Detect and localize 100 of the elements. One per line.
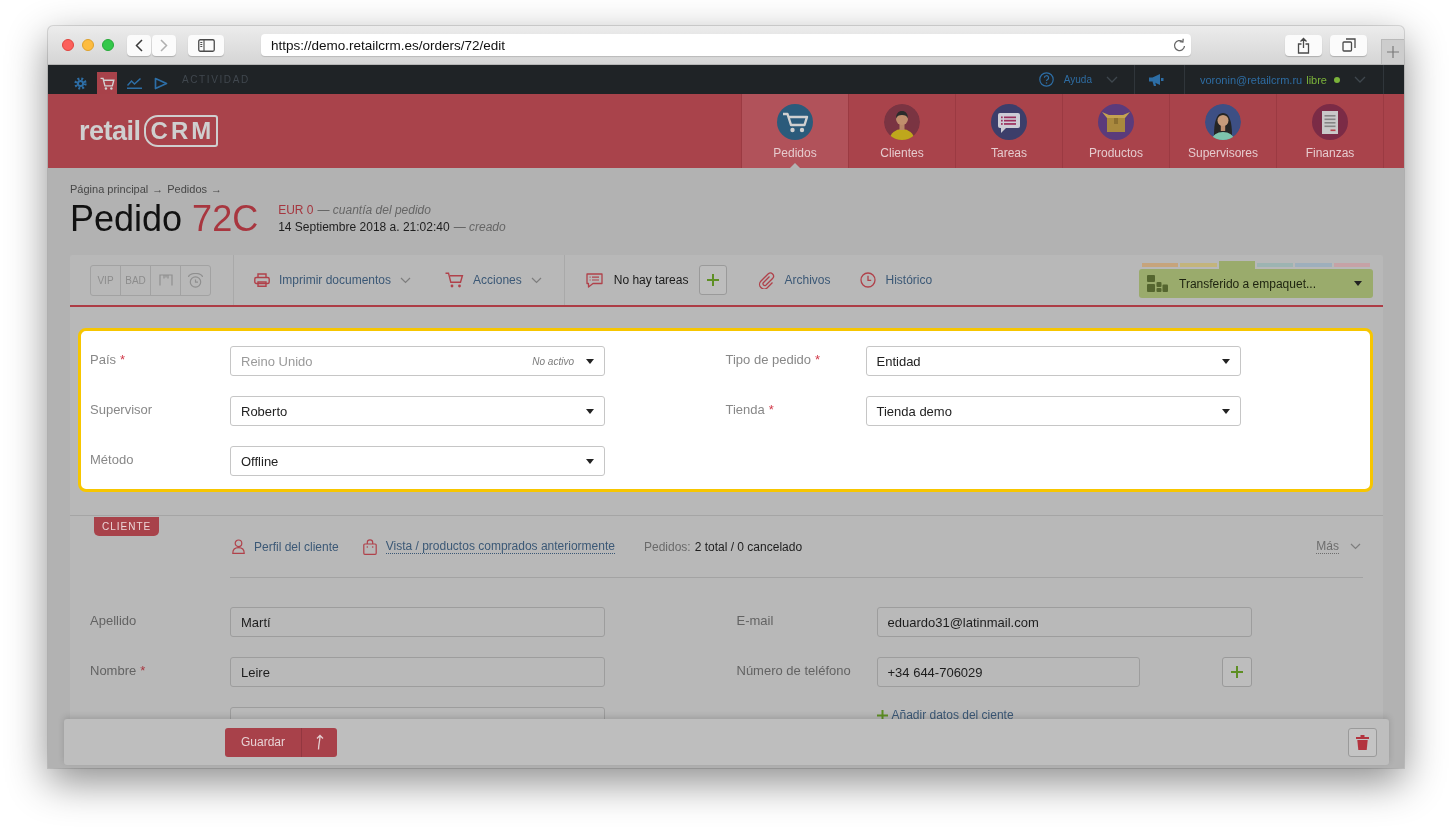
cart-icon bbox=[445, 272, 465, 288]
breadcrumb-link[interactable]: Pedidos bbox=[167, 182, 208, 196]
caret-icon bbox=[586, 408, 594, 414]
nav-tab[interactable]: Clientes bbox=[848, 94, 955, 168]
field-label: País bbox=[90, 352, 116, 367]
logo[interactable]: retail CRM bbox=[79, 94, 219, 168]
chevron-down-icon[interactable] bbox=[1105, 76, 1118, 83]
tabs-icon bbox=[1341, 38, 1356, 52]
breadcrumb-separator: → bbox=[211, 182, 223, 196]
person-icon bbox=[1205, 104, 1241, 140]
status-select[interactable]: Transferido a empaquet... bbox=[1139, 269, 1373, 298]
nav-tab[interactable]: Tareas bbox=[955, 94, 1062, 168]
document-icon bbox=[1312, 104, 1348, 140]
plus-icon bbox=[707, 274, 720, 286]
paperclip-icon bbox=[757, 271, 776, 289]
chevron-down-icon bbox=[530, 276, 542, 284]
section-tag: CLIENTE bbox=[94, 517, 160, 536]
caret-icon bbox=[586, 358, 594, 364]
files-link[interactable]: Archivos bbox=[784, 273, 831, 287]
clock-icon bbox=[860, 272, 877, 288]
required-mark: * bbox=[815, 352, 821, 367]
shopping-bag-icon bbox=[362, 538, 377, 555]
help-link[interactable]: Ayuda bbox=[1063, 74, 1092, 85]
back-button[interactable] bbox=[127, 34, 151, 56]
breadcrumb-separator: → bbox=[152, 182, 164, 196]
breadcrumb-link[interactable]: Página principal bbox=[70, 182, 149, 196]
alarm-clock-icon bbox=[187, 272, 204, 288]
reload-icon[interactable] bbox=[1173, 38, 1186, 52]
orders-label: Pedidos: bbox=[643, 539, 691, 554]
tasks-status: No hay tareas bbox=[613, 273, 689, 287]
chevron-down-icon bbox=[400, 276, 412, 284]
cart-icon bbox=[99, 76, 115, 90]
save-options-button[interactable] bbox=[301, 727, 338, 757]
nav-tab[interactable]: Supervisores bbox=[1169, 94, 1276, 168]
plus-icon bbox=[1387, 46, 1399, 58]
add-customer-data-link[interactable]: Añadir datos del ciente bbox=[891, 708, 1014, 719]
nav-tab[interactable]: Pedidos bbox=[741, 94, 848, 168]
shopping-cart-icon bbox=[777, 104, 813, 140]
maximize-icon[interactable] bbox=[102, 39, 114, 51]
share-icon bbox=[1297, 36, 1310, 54]
actions-button[interactable]: Acciones bbox=[445, 272, 542, 288]
minimize-icon[interactable] bbox=[82, 39, 94, 51]
status-group-tab[interactable] bbox=[1218, 261, 1255, 269]
field-label: Supervisor bbox=[90, 402, 153, 417]
help-icon[interactable] bbox=[1038, 72, 1054, 87]
speech-bubble-icon bbox=[585, 272, 603, 288]
person-icon bbox=[884, 104, 920, 140]
status-group-tab[interactable] bbox=[1142, 263, 1179, 267]
field-label: Tienda bbox=[725, 402, 765, 417]
history-link[interactable]: Histórico bbox=[885, 273, 933, 287]
printer-icon bbox=[254, 273, 270, 287]
select-field[interactable]: Entidad bbox=[865, 346, 1241, 376]
created-caption: — creado bbox=[453, 219, 506, 236]
address-bar[interactable]: https://demo.retailcrm.es/orders/72/edit bbox=[261, 34, 1191, 56]
more-link[interactable]: Más bbox=[1316, 539, 1339, 554]
close-icon[interactable] bbox=[62, 39, 74, 51]
box-icon bbox=[1098, 104, 1134, 140]
blocks-icon bbox=[1147, 275, 1168, 292]
delete-button[interactable] bbox=[1348, 727, 1377, 757]
user-status: libre bbox=[1306, 73, 1327, 86]
nav-tab[interactable]: Productos bbox=[1062, 94, 1169, 168]
field-label: Número de teléfono bbox=[736, 663, 851, 678]
input-field[interactable]: Martí bbox=[230, 607, 605, 637]
nav-tab[interactable]: Finanzas bbox=[1276, 94, 1384, 168]
sidebar-button[interactable] bbox=[188, 34, 224, 56]
chevron-right-icon bbox=[160, 38, 168, 52]
tabs-button[interactable] bbox=[1330, 34, 1367, 56]
input-field[interactable]: +34 644-706029 bbox=[876, 657, 1140, 687]
select-field[interactable]: Offline bbox=[230, 446, 605, 476]
field-label: E-mail bbox=[736, 613, 774, 628]
tag-button[interactable] bbox=[150, 264, 181, 296]
megaphone-icon[interactable] bbox=[1147, 72, 1164, 87]
order-title: Pedido 72C bbox=[70, 198, 259, 240]
order-amount: EUR 0 bbox=[278, 202, 314, 219]
speech-bubble-icon bbox=[991, 104, 1027, 140]
customer-profile-link[interactable]: Perfil del cliente bbox=[254, 539, 339, 554]
field-label: Apellido bbox=[90, 613, 137, 628]
field-label: Nombre bbox=[90, 663, 137, 678]
plus-icon bbox=[1230, 666, 1243, 678]
chevron-down-icon[interactable] bbox=[1354, 76, 1366, 83]
select-field[interactable]: Roberto bbox=[230, 396, 605, 426]
caret-icon bbox=[1221, 408, 1230, 414]
chevron-left-icon bbox=[135, 38, 143, 52]
play-icon bbox=[154, 76, 168, 90]
new-tab-button[interactable] bbox=[1381, 39, 1404, 64]
required-mark: * bbox=[120, 352, 126, 367]
add-task-button[interactable] bbox=[699, 265, 728, 295]
select-field[interactable]: Tienda demo bbox=[865, 396, 1241, 426]
save-button[interactable]: Guardar bbox=[225, 727, 302, 757]
chevron-down-icon[interactable] bbox=[1350, 543, 1361, 550]
purchase-history-link[interactable]: Vista / productos comprados anteriormente bbox=[385, 539, 615, 554]
input-field[interactable]: eduardo31@latinmail.com bbox=[876, 607, 1252, 637]
tag-button[interactable] bbox=[180, 264, 211, 296]
share-button[interactable] bbox=[1285, 34, 1322, 56]
input-field[interactable]: Leire bbox=[230, 657, 605, 687]
print-documents-button[interactable]: Imprimir documentos bbox=[254, 273, 412, 287]
user-email[interactable]: voronin@retailcrm.ru bbox=[1199, 73, 1303, 86]
bracket-icon bbox=[158, 274, 173, 286]
orders-tab[interactable] bbox=[97, 72, 117, 94]
add-phone-button[interactable] bbox=[1221, 657, 1252, 687]
